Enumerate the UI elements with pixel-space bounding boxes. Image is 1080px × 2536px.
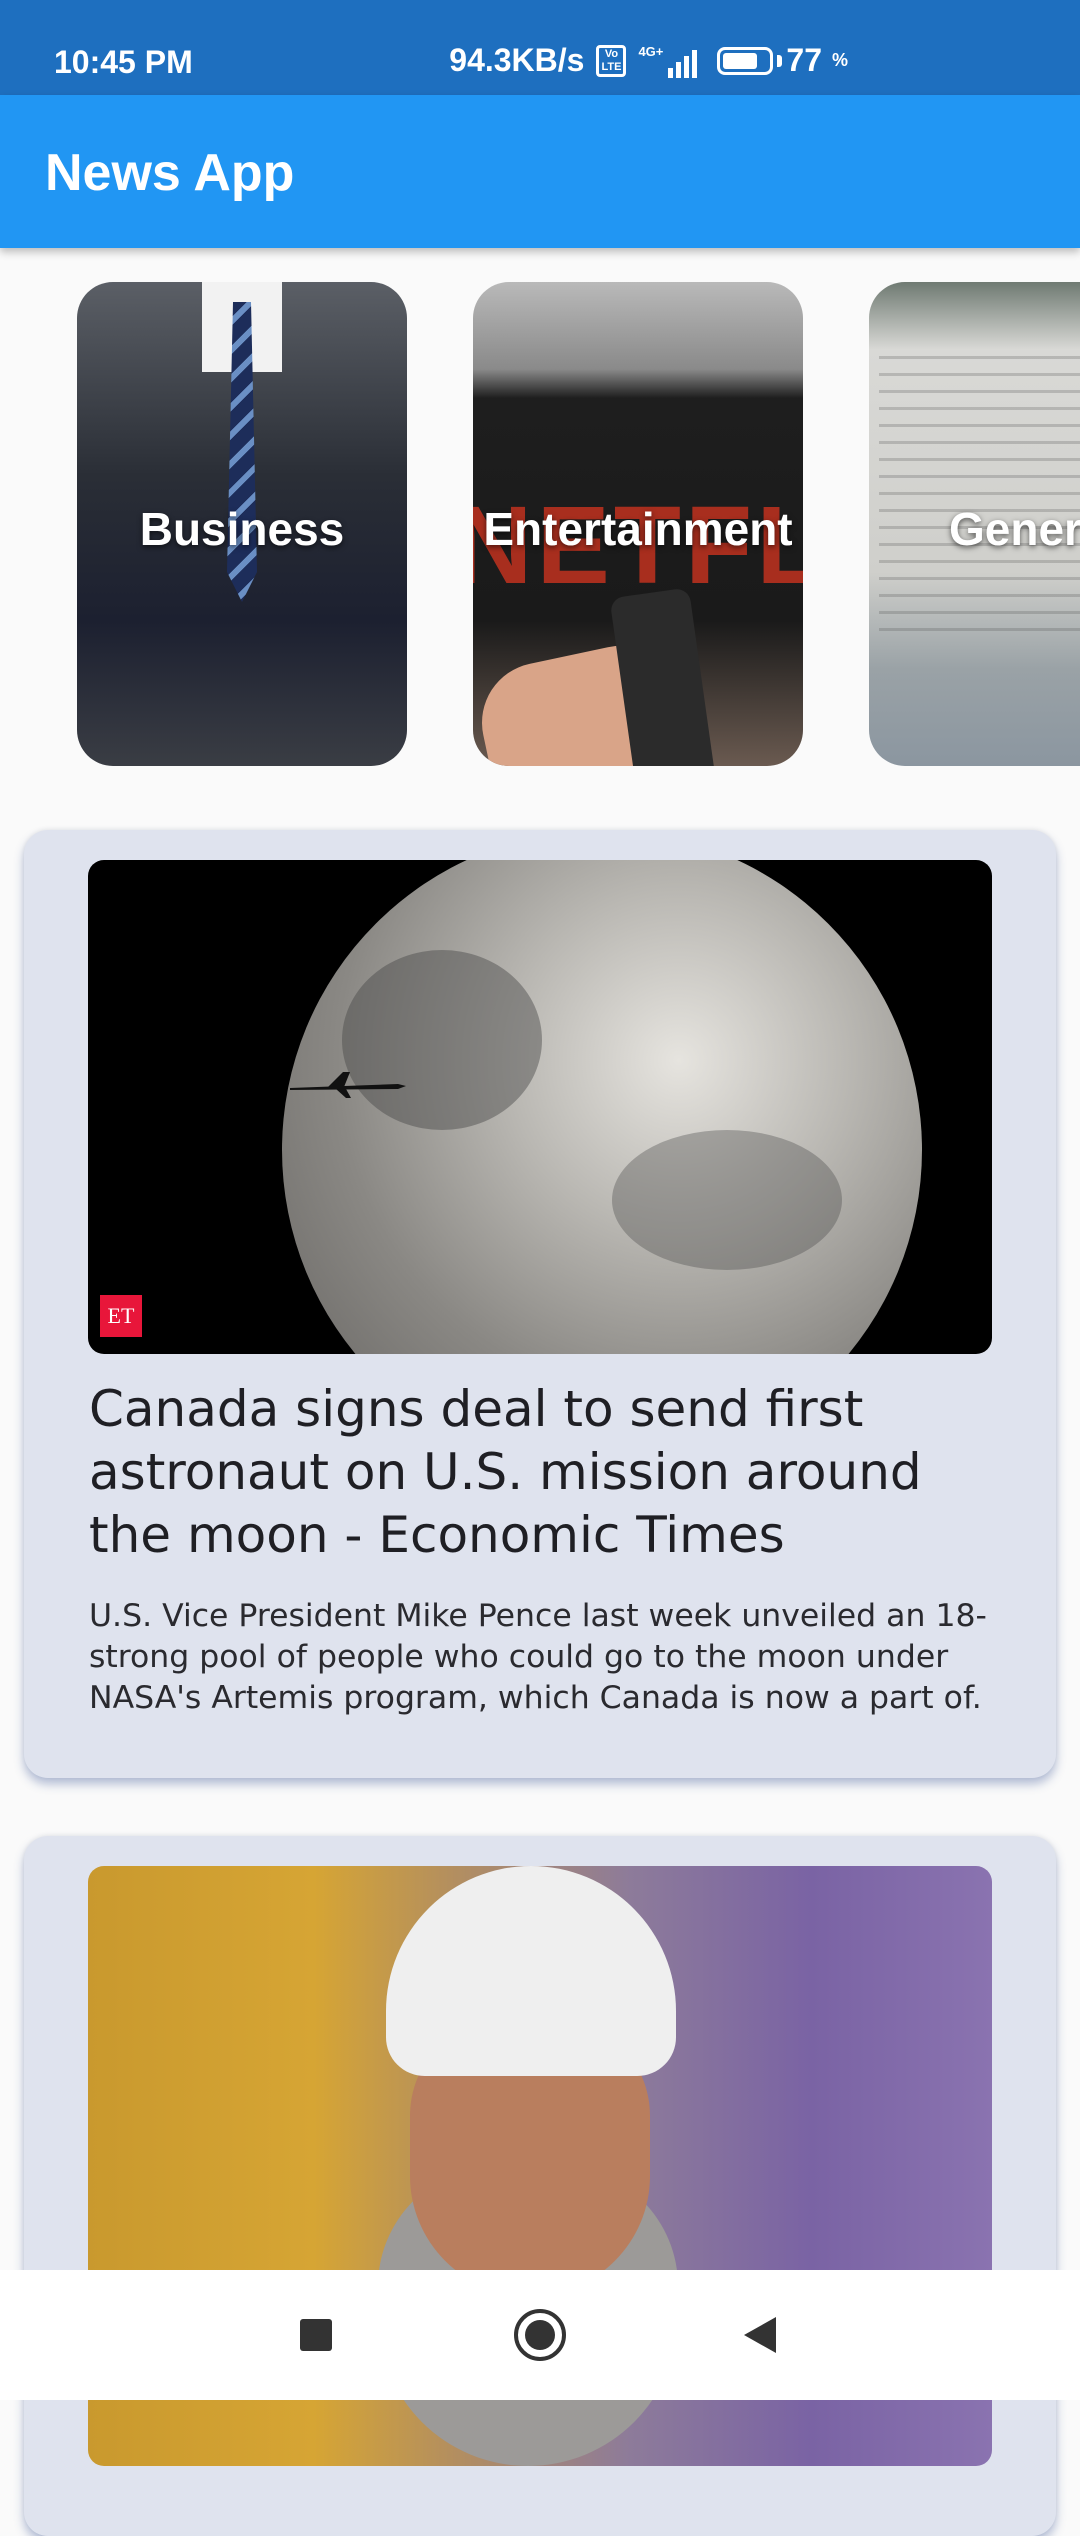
news-image: ET [88, 860, 992, 1354]
status-time: 10:45 PM [54, 44, 193, 80]
news-title[interactable]: Canada signs deal to send first astronau… [89, 1378, 989, 1567]
home-button[interactable] [480, 2270, 600, 2400]
category-label: Gener [949, 503, 1080, 555]
recents-button[interactable] [256, 2270, 376, 2400]
square-icon [300, 2319, 332, 2351]
signal-icon: 4G+ [638, 43, 698, 78]
news-description: U.S. Vice President Mike Pence last week… [89, 1598, 987, 1716]
navigation-bar [0, 2270, 1080, 2400]
network-type: 4G+ [638, 43, 664, 59]
airplane-icon [290, 1072, 406, 1098]
category-label: Business [139, 503, 345, 555]
circle-icon [514, 2309, 566, 2361]
moon-image [282, 860, 922, 1354]
battery-percent-symbol: % [831, 50, 848, 70]
category-card-general[interactable]: Gener [869, 282, 1080, 766]
triangle-icon [744, 2317, 776, 2353]
battery-indicator: 77 % [717, 42, 848, 79]
battery-percent: 77 [786, 42, 822, 78]
network-speed: 94.3KB/s [449, 42, 585, 78]
et-logo: ET [100, 1295, 142, 1337]
category-label: Entertainment [483, 503, 793, 555]
back-button[interactable] [700, 2270, 820, 2400]
app-bar: News App [0, 95, 1080, 248]
news-card[interactable]: ET Canada signs deal to send first astro… [24, 830, 1056, 1778]
status-icons: 94.3KB/s Vo LTE 4G+ 77 % [449, 42, 848, 79]
category-card-business[interactable]: Business [77, 282, 407, 766]
category-carousel[interactable]: Business NETFLIX Entertainment Gener [0, 282, 1080, 766]
status-bar: 10:45 PM 94.3KB/s Vo LTE 4G+ 77 % [0, 0, 1080, 95]
category-image [879, 342, 1080, 642]
category-card-entertainment[interactable]: NETFLIX Entertainment [473, 282, 803, 766]
app-title: News App [45, 144, 295, 202]
battery-icon [717, 46, 774, 75]
volte-icon: Vo LTE [596, 44, 627, 77]
news-card[interactable] [24, 1836, 1056, 2536]
